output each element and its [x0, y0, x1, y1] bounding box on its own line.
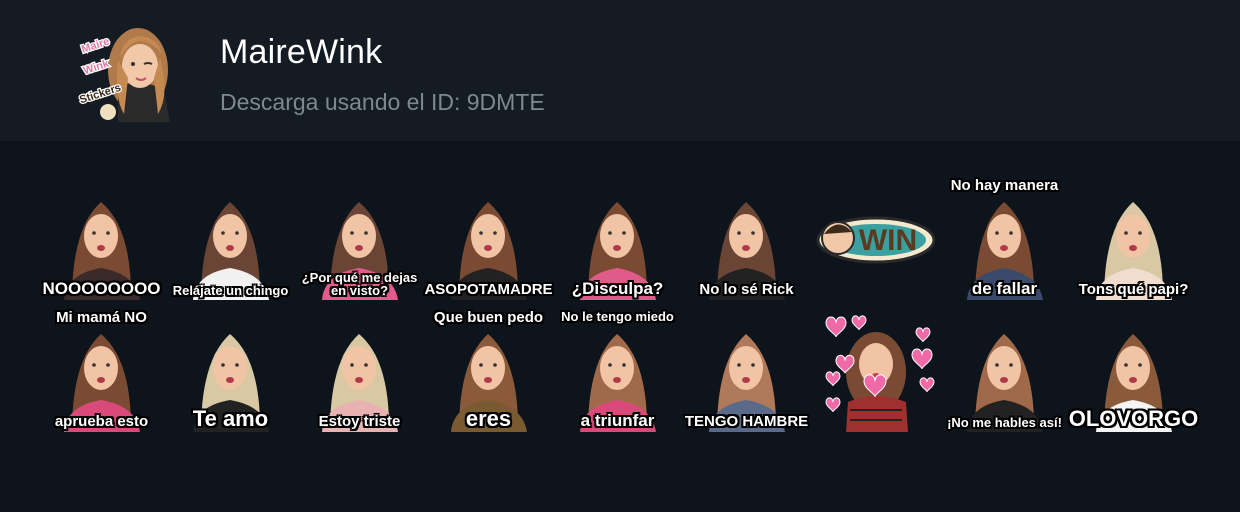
sticker-14[interactable]: No le tengo miedo a triunfar — [558, 310, 677, 432]
sticker-caption-bottom: Te amo — [192, 405, 269, 431]
sticker-image: WIN — [816, 216, 935, 264]
sticker-caption-bottom: ¿Por qué me dejas en visto? — [301, 269, 418, 299]
pack-title: MaireWink — [220, 33, 383, 71]
sticker-grid: NOOOOOOOO Relájate un chingo ¿Por qué me d… — [42, 178, 1198, 432]
sticker-13[interactable]: Que buen pedo eres — [429, 310, 548, 432]
sticker-2[interactable]: Relájate un chingo — [171, 178, 290, 300]
sticker-caption-top: Mi mamá NO — [56, 309, 147, 326]
sticker-caption-bottom: TENGO HAMBRE — [684, 413, 809, 431]
svg-text:Maire: Maire — [80, 36, 111, 56]
svg-text:Wink: Wink — [82, 57, 111, 77]
sticker-caption-top: No le tengo miedo — [561, 309, 674, 324]
sticker-9[interactable]: Tons qué papi? — [1074, 178, 1193, 300]
svg-text:WIN: WIN — [859, 224, 917, 257]
sticker-16[interactable] — [816, 310, 935, 432]
sticker-caption-bottom: Tons qué papi? — [1078, 281, 1189, 299]
sticker-17[interactable]: ¡No me hables así! — [945, 310, 1064, 432]
sticker-image — [825, 315, 935, 432]
sticker-caption-top: No hay manera — [950, 177, 1059, 194]
sticker-15[interactable]: TENGO HAMBRE — [685, 310, 808, 432]
sticker-12[interactable]: Estoy triste — [300, 310, 419, 432]
mairewink-pack-icon: Maire Wink Stickers — [77, 18, 182, 122]
sticker-6[interactable]: No lo sé Rick — [687, 178, 806, 300]
sticker-caption-bottom: Relájate un chingo — [172, 283, 289, 299]
sticker-caption-bottom: Estoy triste — [318, 413, 401, 431]
sticker-pack-header: Maire Wink Stickers MaireWink Descarga u… — [0, 0, 1240, 141]
sticker-caption-bottom: No lo sé Rick — [699, 281, 794, 299]
sticker-caption-bottom: aprueba esto — [54, 413, 149, 431]
sticker-image — [193, 202, 269, 300]
sticker-11[interactable]: Te amo — [171, 310, 290, 432]
sticker-caption-bottom: a triunfar — [580, 411, 655, 431]
sticker-caption-bottom: de fallar — [971, 279, 1038, 299]
sticker-18[interactable]: OLOVORGO — [1069, 310, 1198, 432]
sticker-caption-bottom: NOOOOOOOO — [42, 279, 161, 299]
sticker-4[interactable]: ASOPOTAMADRE — [424, 178, 553, 300]
sticker-3[interactable]: ¿Por qué me dejas en visto? — [300, 178, 419, 300]
sticker-caption-bottom: ASOPOTAMADRE — [424, 281, 553, 299]
sticker-5[interactable]: ¿Disculpa? — [558, 178, 677, 300]
svg-text:Stickers: Stickers — [78, 82, 122, 107]
sticker-caption-bottom: ¡No me hables así! — [947, 415, 1062, 431]
sticker-image — [967, 334, 1043, 432]
sticker-caption-bottom: ¿Disculpa? — [571, 279, 664, 299]
sticker-7[interactable]: WIN — [816, 178, 935, 300]
sticker-caption-bottom: OLOVORGO — [1068, 405, 1199, 431]
sticker-8[interactable]: No hay manera de fallar — [945, 178, 1064, 300]
sticker-1[interactable]: NOOOOOOOO — [42, 178, 161, 300]
sticker-caption-top: Que buen pedo — [433, 309, 544, 326]
sticker-caption-bottom: eres — [465, 405, 512, 431]
sticker-10[interactable]: Mi mamá NO aprueba esto — [42, 310, 161, 432]
pack-download-id: Descarga usando el ID: 9DMTE — [220, 89, 545, 115]
